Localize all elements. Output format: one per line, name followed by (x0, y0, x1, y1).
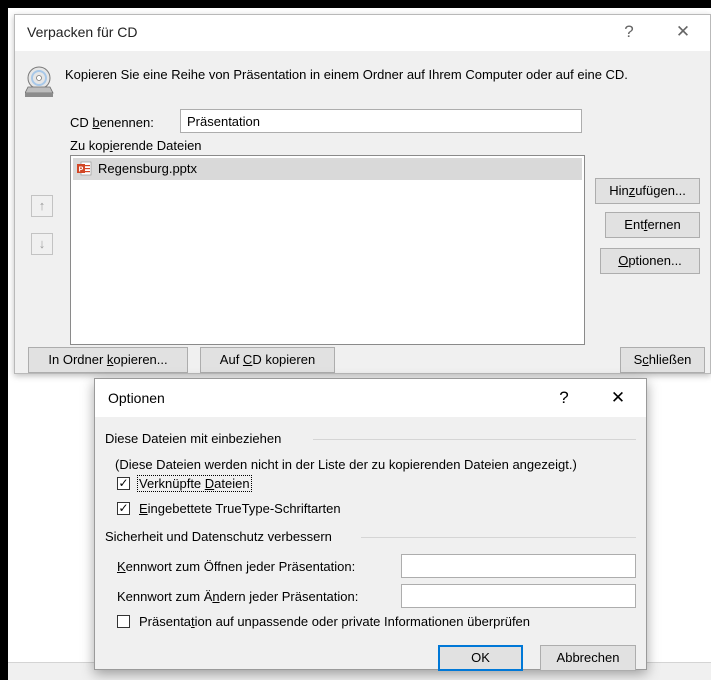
include-section-header: Diese Dateien mit einbeziehen (105, 431, 282, 446)
close-button[interactable]: Schließen (620, 347, 705, 373)
arrow-up-icon[interactable]: ↑ (31, 195, 53, 217)
open-password-label: Kennwort zum Öffnen jeder Präsentation: (117, 559, 356, 574)
divider (313, 439, 636, 440)
list-item[interactable]: P Regensburg.pptx (73, 158, 582, 180)
divider (361, 537, 636, 538)
inspect-presentation-label[interactable]: Präsentation auf unpassende oder private… (139, 614, 530, 629)
remove-file-button[interactable]: Entfernen (605, 212, 700, 238)
outer-frame-top (0, 0, 711, 8)
copy-to-folder-button[interactable]: In Ordner kopieren... (28, 347, 188, 373)
include-note: (Diese Dateien werden nicht in der Liste… (115, 457, 577, 472)
cancel-button[interactable]: Abbrechen (540, 645, 636, 671)
close-icon[interactable]: ✕ (665, 19, 701, 45)
modify-password-field[interactable] (401, 584, 636, 608)
arrow-down-icon[interactable]: ↓ (31, 233, 53, 255)
cd-name-label: CD benennen: (70, 115, 154, 130)
instruction-text: Kopieren Sie eine Reihe von Präsentation… (65, 67, 628, 82)
svg-text:P: P (79, 167, 84, 174)
help-icon[interactable]: ? (611, 19, 647, 45)
modify-password-label: Kennwort zum Ändern jeder Präsentation: (117, 589, 359, 604)
copy-to-cd-button[interactable]: Auf CD kopieren (200, 347, 335, 373)
inspect-presentation-checkbox[interactable] (117, 615, 130, 628)
cd-drive-icon (25, 66, 54, 97)
security-section-header: Sicherheit und Datenschutz verbessern (105, 529, 332, 544)
add-files-button[interactable]: Hinzufügen... (595, 178, 700, 204)
options-close-icon[interactable]: ✕ (600, 385, 636, 411)
open-password-field[interactable] (401, 554, 636, 578)
ok-button[interactable]: OK (438, 645, 523, 671)
outer-frame-left (0, 0, 8, 680)
options-help-icon[interactable]: ? (546, 385, 582, 411)
package-for-cd-dialog: Verpacken für CD ? ✕ Kopieren Sie eine R… (14, 14, 711, 374)
cd-name-field[interactable] (180, 109, 582, 133)
dialog-titlebar: Verpacken für CD ? ✕ (15, 15, 710, 51)
file-name: Regensburg.pptx (98, 161, 198, 176)
dialog-title: Verpacken für CD (27, 24, 138, 40)
options-button[interactable]: Optionen... (600, 248, 700, 274)
files-list[interactable]: P Regensburg.pptx (70, 155, 585, 345)
linked-files-checkbox[interactable]: ✓ (117, 477, 130, 490)
embedded-fonts-checkbox[interactable]: ✓ (117, 502, 130, 515)
files-to-copy-label: Zu kopierende Dateien (70, 138, 202, 153)
embedded-fonts-label[interactable]: Eingebettete TrueType-Schriftarten (139, 501, 341, 516)
options-title: Optionen (108, 390, 165, 406)
powerpoint-file-icon: P (77, 161, 92, 176)
linked-files-label[interactable]: Verknüpfte Dateien (137, 475, 252, 492)
options-titlebar: Optionen ? ✕ (95, 379, 646, 417)
options-dialog: Optionen ? ✕ Diese Dateien mit einbezieh… (94, 378, 647, 671)
